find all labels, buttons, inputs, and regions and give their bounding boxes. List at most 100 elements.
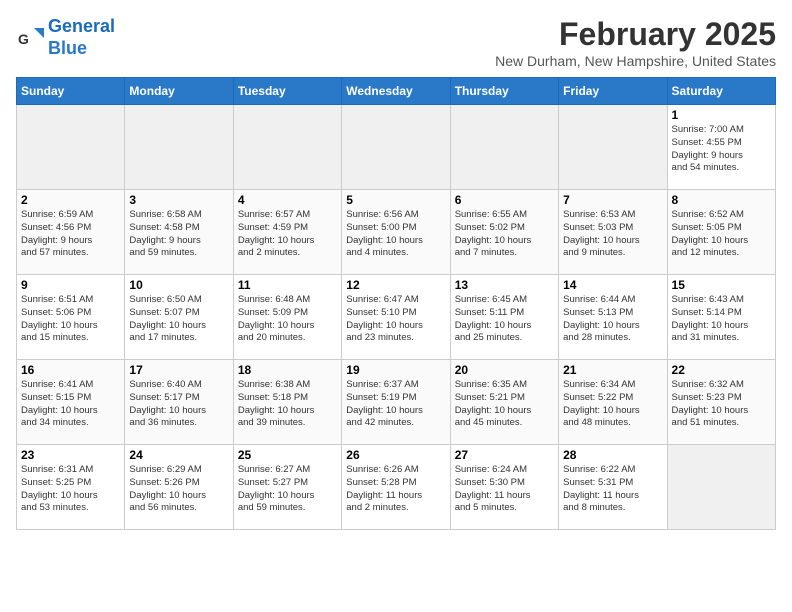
day-info: Sunrise: 6:31 AM Sunset: 5:25 PM Dayligh… bbox=[21, 464, 120, 515]
calendar-cell: 11 Sunrise: 6:48 AM Sunset: 5:09 PM Dayli… bbox=[233, 275, 341, 360]
calendar-cell: 19Sunrise: 6:37 AM Sunset: 5:19 PM Dayli… bbox=[342, 360, 450, 445]
calendar-cell: 9 Sunrise: 6:51 AM Sunset: 5:06 PM Daylig… bbox=[17, 275, 125, 360]
day-number: 7 bbox=[563, 193, 662, 207]
day-info: Sunrise: 6:34 AM Sunset: 5:22 PM Dayligh… bbox=[563, 379, 662, 430]
week-row-4: 16Sunrise: 6:41 AM Sunset: 5:15 PM Dayli… bbox=[17, 360, 776, 445]
day-number: 22 bbox=[672, 363, 771, 377]
day-info: Sunrise: 6:52 AM Sunset: 5:05 PM Dayligh… bbox=[672, 209, 771, 260]
day-info: Sunrise: 6:48 AM Sunset: 5:09 PM Dayligh… bbox=[238, 294, 337, 345]
week-row-2: 2 Sunrise: 6:59 AM Sunset: 4:56 PM Daylig… bbox=[17, 190, 776, 275]
day-number: 21 bbox=[563, 363, 662, 377]
day-number: 17 bbox=[129, 363, 228, 377]
calendar-cell: 27 Sunrise: 6:24 AM Sunset: 5:30 PM Dayli… bbox=[450, 445, 558, 530]
day-number: 1 bbox=[672, 108, 771, 122]
calendar-cell bbox=[667, 445, 775, 530]
calendar-cell: 4Sunrise: 6:57 AM Sunset: 4:59 PM Daylig… bbox=[233, 190, 341, 275]
day-number: 8 bbox=[672, 193, 771, 207]
day-info: Sunrise: 6:45 AM Sunset: 5:11 PM Dayligh… bbox=[455, 294, 554, 345]
day-number: 23 bbox=[21, 448, 120, 462]
day-info: Sunrise: 6:56 AM Sunset: 5:00 PM Dayligh… bbox=[346, 209, 445, 260]
day-info: Sunrise: 6:32 AM Sunset: 5:23 PM Dayligh… bbox=[672, 379, 771, 430]
calendar-cell bbox=[342, 105, 450, 190]
day-info: Sunrise: 6:29 AM Sunset: 5:26 PM Dayligh… bbox=[129, 464, 228, 515]
calendar-cell bbox=[450, 105, 558, 190]
day-number: 10 bbox=[129, 278, 228, 292]
day-number: 16 bbox=[21, 363, 120, 377]
calendar-cell: 21 Sunrise: 6:34 AM Sunset: 5:22 PM Dayli… bbox=[559, 360, 667, 445]
day-number: 25 bbox=[238, 448, 337, 462]
calendar-cell: 20 Sunrise: 6:35 AM Sunset: 5:21 PM Dayli… bbox=[450, 360, 558, 445]
day-info: Sunrise: 6:22 AM Sunset: 5:31 PM Dayligh… bbox=[563, 464, 662, 515]
calendar-cell: 26 Sunrise: 6:26 AM Sunset: 5:28 PM Dayli… bbox=[342, 445, 450, 530]
day-number: 9 bbox=[21, 278, 120, 292]
weekday-header-thursday: Thursday bbox=[450, 78, 558, 105]
logo-text: General Blue bbox=[48, 16, 115, 59]
calendar-table: SundayMondayTuesdayWednesdayThursdayFrid… bbox=[16, 77, 776, 530]
calendar-cell bbox=[559, 105, 667, 190]
calendar-cell: 13 Sunrise: 6:45 AM Sunset: 5:11 PM Dayli… bbox=[450, 275, 558, 360]
logo-line2: Blue bbox=[48, 38, 87, 58]
day-number: 4 bbox=[238, 193, 337, 207]
weekday-header-saturday: Saturday bbox=[667, 78, 775, 105]
weekday-header-wednesday: Wednesday bbox=[342, 78, 450, 105]
calendar-cell: 28Sunrise: 6:22 AM Sunset: 5:31 PM Dayli… bbox=[559, 445, 667, 530]
day-number: 6 bbox=[455, 193, 554, 207]
month-title: February 2025 bbox=[495, 16, 776, 53]
calendar-cell: 16Sunrise: 6:41 AM Sunset: 5:15 PM Dayli… bbox=[17, 360, 125, 445]
calendar-cell bbox=[233, 105, 341, 190]
calendar-cell: 22 Sunrise: 6:32 AM Sunset: 5:23 PM Dayli… bbox=[667, 360, 775, 445]
week-row-1: 1 Sunrise: 7:00 AM Sunset: 4:55 PM Daylig… bbox=[17, 105, 776, 190]
calendar-cell: 17Sunrise: 6:40 AM Sunset: 5:17 PM Dayli… bbox=[125, 360, 233, 445]
day-number: 5 bbox=[346, 193, 445, 207]
calendar-cell: 23 Sunrise: 6:31 AM Sunset: 5:25 PM Dayli… bbox=[17, 445, 125, 530]
calendar-cell: 18Sunrise: 6:38 AM Sunset: 5:18 PM Dayli… bbox=[233, 360, 341, 445]
calendar-cell: 25Sunrise: 6:27 AM Sunset: 5:27 PM Dayli… bbox=[233, 445, 341, 530]
day-info: Sunrise: 6:26 AM Sunset: 5:28 PM Dayligh… bbox=[346, 464, 445, 515]
calendar-cell bbox=[125, 105, 233, 190]
day-info: Sunrise: 6:55 AM Sunset: 5:02 PM Dayligh… bbox=[455, 209, 554, 260]
location-title: New Durham, New Hampshire, United States bbox=[495, 53, 776, 69]
week-row-5: 23 Sunrise: 6:31 AM Sunset: 5:25 PM Dayli… bbox=[17, 445, 776, 530]
calendar-cell: 5 Sunrise: 6:56 AM Sunset: 5:00 PM Daylig… bbox=[342, 190, 450, 275]
logo-icon: G bbox=[16, 24, 44, 52]
day-number: 27 bbox=[455, 448, 554, 462]
svg-text:G: G bbox=[18, 31, 29, 47]
day-number: 19 bbox=[346, 363, 445, 377]
calendar-cell: 3Sunrise: 6:58 AM Sunset: 4:58 PM Daylig… bbox=[125, 190, 233, 275]
day-info: Sunrise: 6:35 AM Sunset: 5:21 PM Dayligh… bbox=[455, 379, 554, 430]
day-info: Sunrise: 6:38 AM Sunset: 5:18 PM Dayligh… bbox=[238, 379, 337, 430]
weekday-header-friday: Friday bbox=[559, 78, 667, 105]
calendar-cell: 10 Sunrise: 6:50 AM Sunset: 5:07 PM Dayli… bbox=[125, 275, 233, 360]
day-number: 3 bbox=[129, 193, 228, 207]
day-number: 11 bbox=[238, 278, 337, 292]
weekday-header-tuesday: Tuesday bbox=[233, 78, 341, 105]
day-info: Sunrise: 6:47 AM Sunset: 5:10 PM Dayligh… bbox=[346, 294, 445, 345]
day-info: Sunrise: 6:59 AM Sunset: 4:56 PM Dayligh… bbox=[21, 209, 120, 260]
logo: G General Blue bbox=[16, 16, 115, 59]
logo-line1: General bbox=[48, 16, 115, 36]
calendar-cell: 8 Sunrise: 6:52 AM Sunset: 5:05 PM Daylig… bbox=[667, 190, 775, 275]
day-info: Sunrise: 6:53 AM Sunset: 5:03 PM Dayligh… bbox=[563, 209, 662, 260]
day-info: Sunrise: 6:43 AM Sunset: 5:14 PM Dayligh… bbox=[672, 294, 771, 345]
day-number: 14 bbox=[563, 278, 662, 292]
day-info: Sunrise: 6:51 AM Sunset: 5:06 PM Dayligh… bbox=[21, 294, 120, 345]
day-info: Sunrise: 7:00 AM Sunset: 4:55 PM Dayligh… bbox=[672, 124, 771, 175]
day-number: 15 bbox=[672, 278, 771, 292]
day-number: 12 bbox=[346, 278, 445, 292]
calendar-cell: 6 Sunrise: 6:55 AM Sunset: 5:02 PM Daylig… bbox=[450, 190, 558, 275]
header: G General Blue February 2025 New Durham,… bbox=[16, 16, 776, 69]
day-number: 26 bbox=[346, 448, 445, 462]
weekday-header-monday: Monday bbox=[125, 78, 233, 105]
day-number: 2 bbox=[21, 193, 120, 207]
day-number: 13 bbox=[455, 278, 554, 292]
weekday-header-sunday: Sunday bbox=[17, 78, 125, 105]
calendar-cell: 2 Sunrise: 6:59 AM Sunset: 4:56 PM Daylig… bbox=[17, 190, 125, 275]
calendar-cell bbox=[17, 105, 125, 190]
day-info: Sunrise: 6:50 AM Sunset: 5:07 PM Dayligh… bbox=[129, 294, 228, 345]
day-info: Sunrise: 6:24 AM Sunset: 5:30 PM Dayligh… bbox=[455, 464, 554, 515]
day-number: 24 bbox=[129, 448, 228, 462]
calendar-cell: 24 Sunrise: 6:29 AM Sunset: 5:26 PM Dayli… bbox=[125, 445, 233, 530]
day-number: 20 bbox=[455, 363, 554, 377]
week-row-3: 9 Sunrise: 6:51 AM Sunset: 5:06 PM Daylig… bbox=[17, 275, 776, 360]
calendar-cell: 12 Sunrise: 6:47 AM Sunset: 5:10 PM Dayli… bbox=[342, 275, 450, 360]
